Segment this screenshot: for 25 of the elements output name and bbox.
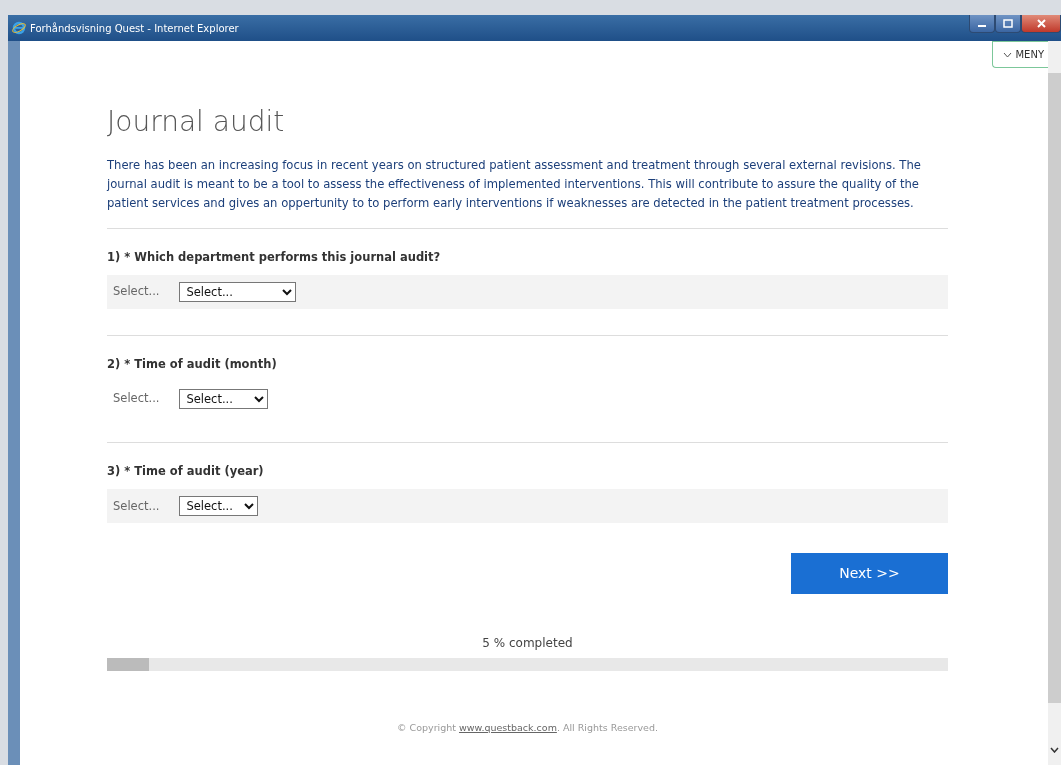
- question-text: 1) * Which department performs this journal audit?: [107, 248, 442, 266]
- dropdown[interactable]: Select...: [179, 281, 297, 302]
- close-button[interactable]: [1021, 15, 1061, 33]
- answer-label: Select...: [113, 497, 160, 515]
- menu-button[interactable]: MENY: [992, 41, 1048, 68]
- chevron-down-icon: [1003, 51, 1013, 58]
- website-link[interactable]: www.questback.com: [459, 722, 557, 734]
- maximize-icon: [1003, 19, 1013, 28]
- close-icon: [1036, 19, 1046, 28]
- scroll-down-icon[interactable]: [1050, 747, 1059, 753]
- intro-paragraph: There has been an increasing focus in recent years on structured patient assessment and treatment through several external revisions. The journal audit is meant to be a tool to assess the effectiveness of implemented interventions. This will contribute to assure the quality of the patient services and gives an oppertunity to to perform early interventions if weaknesses are detected in the patient treatment processes.: [107, 156, 922, 212]
- maximize-button[interactable]: [995, 15, 1021, 33]
- dropdown[interactable]: Select...: [179, 496, 259, 517]
- answer-label: Select...: [113, 390, 160, 408]
- question-text: 2) * Time of audit (month): [107, 355, 278, 373]
- progress-text: 5 % completed: [481, 635, 574, 653]
- minimize-button[interactable]: [969, 15, 995, 33]
- answer-label: Select...: [113, 283, 160, 301]
- browser-icon: [12, 21, 26, 35]
- question-text: 3) * Time of audit (year): [107, 463, 265, 481]
- window-title: Forhåndsvisning Quest - Internet Explorer: [29, 21, 239, 36]
- dropdown[interactable]: Select...: [179, 389, 269, 410]
- copyright-text: © Copyright www.questback.com. All Rights Reserved.: [396, 721, 659, 736]
- survey-title: Journal audit: [107, 105, 286, 139]
- next-button[interactable]: Next >>: [791, 553, 948, 595]
